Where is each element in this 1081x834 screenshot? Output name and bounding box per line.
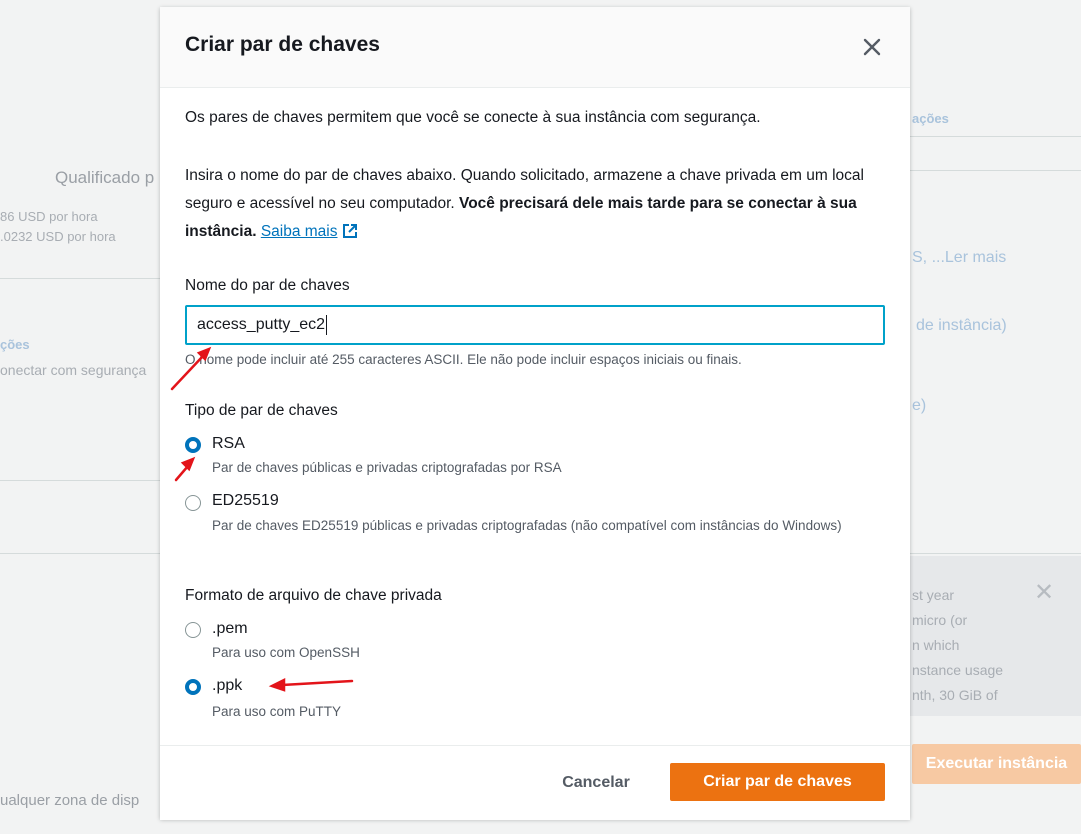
text-caret [326,315,328,335]
radio-ppk[interactable] [185,679,201,695]
bg-link: S, ...Ler mais [912,249,1007,266]
bg-info-line: nstance usage [912,662,1004,678]
key-name-value: access_putty_ec2 [197,316,326,333]
key-type-label: Tipo de par de chaves [185,402,338,419]
radio-ed25519-label[interactable]: ED25519 [212,492,279,510]
radio-ed25519-description: Par de chaves ED25519 públicas e privada… [212,518,842,533]
bg-info-line: micro (or [912,612,968,628]
key-name-label: Nome do par de chaves [185,277,350,294]
bg-text: ualquer zona de disp [0,792,140,809]
radio-pem-description: Para uso com OpenSSH [212,645,360,660]
radio-rsa-label[interactable]: RSA [212,435,245,453]
radio-rsa-description: Par de chaves públicas e privadas cripto… [212,460,562,475]
radio-rsa[interactable] [185,437,201,453]
key-name-hint: O nome pode incluir até 255 caracteres A… [185,352,742,367]
radio-ppk-description: Para uso com PuTTY [212,704,342,719]
bg-link: ações [912,111,949,126]
key-format-label: Formato de arquivo de chave privada [185,587,442,604]
divider [0,480,160,481]
divider [910,136,1081,137]
instruction-text: Insira o nome do par de chaves abaixo. Q… [185,162,890,246]
dialog-footer: Cancelar Criar par de chaves [160,745,910,820]
bg-info-line: n which [912,637,960,653]
divider [910,553,1081,554]
learn-more-label: Saiba mais [260,223,338,240]
external-link-icon [342,224,357,238]
bg-link: de instância) [916,317,1007,334]
learn-more-link[interactable]: Saiba mais [261,223,358,240]
create-key-pair-button[interactable]: Criar par de chaves [670,763,885,801]
bg-price: 86 USD por hora [0,209,98,224]
radio-ed25519[interactable] [185,495,201,511]
bg-info-line: st year [912,587,955,603]
dialog-title: Criar par de chaves [185,33,380,56]
launch-instance-button: Executar instância [912,744,1081,784]
bg-link: ções [0,337,30,352]
create-key-pair-dialog: Criar par de chaves Os pares de chaves p… [160,7,910,820]
close-button[interactable] [860,35,884,59]
bg-heading: Qualificado p [55,168,155,187]
divider [0,278,160,279]
close-icon [863,38,881,56]
cancel-button[interactable]: Cancelar [546,765,646,801]
divider [0,553,160,554]
dialog-header: Criar par de chaves [160,7,910,88]
bg-info-line: nth, 30 GiB of [912,687,998,703]
bg-text: onectar com segurança [0,362,147,378]
close-icon: ✕ [1034,579,1055,606]
intro-text: Os pares de chaves permitem que você se … [185,109,761,126]
radio-pem[interactable] [185,622,201,638]
bg-link: e) [912,397,927,414]
bg-price: .0232 USD por hora [0,229,116,244]
radio-pem-label[interactable]: .pem [212,620,248,638]
radio-ppk-label[interactable]: .ppk [212,677,242,695]
key-name-input[interactable]: access_putty_ec2 [185,305,885,345]
divider [910,170,1081,171]
